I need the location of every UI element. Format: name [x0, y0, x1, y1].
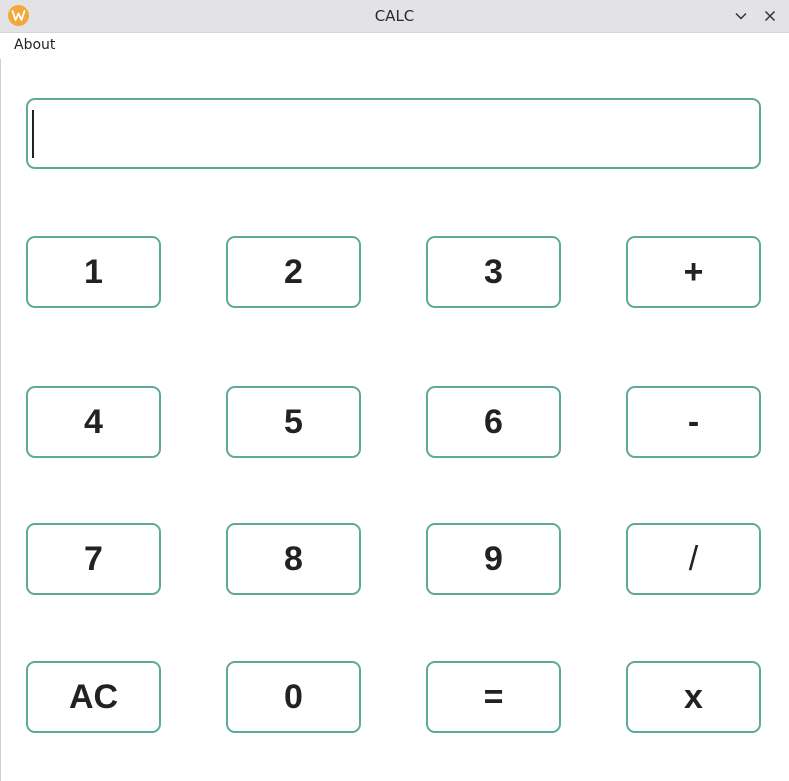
window-border — [0, 33, 1, 781]
title-bar: CALC — [0, 0, 789, 33]
display-input[interactable] — [28, 100, 759, 167]
chevron-down-icon — [735, 12, 747, 20]
menu-bar: About — [0, 33, 789, 59]
window-title: CALC — [374, 7, 415, 25]
close-icon — [764, 10, 776, 22]
key-multiply[interactable]: x — [626, 661, 761, 733]
key-divide[interactable]: / — [626, 523, 761, 595]
key-equals[interactable]: = — [426, 661, 561, 733]
key-plus[interactable]: + — [626, 236, 761, 308]
key-5[interactable]: 5 — [226, 386, 361, 458]
close-button[interactable] — [760, 6, 780, 26]
key-9[interactable]: 9 — [426, 523, 561, 595]
key-6[interactable]: 6 — [426, 386, 561, 458]
key-all-clear[interactable]: AC — [26, 661, 161, 733]
key-2[interactable]: 2 — [226, 236, 361, 308]
key-minus[interactable]: - — [626, 386, 761, 458]
key-7[interactable]: 7 — [26, 523, 161, 595]
key-8[interactable]: 8 — [226, 523, 361, 595]
calculator-display[interactable] — [26, 98, 761, 169]
key-3[interactable]: 3 — [426, 236, 561, 308]
key-4[interactable]: 4 — [26, 386, 161, 458]
menu-about[interactable]: About — [14, 37, 55, 53]
text-caret — [32, 110, 34, 158]
minimize-button[interactable] — [731, 6, 751, 26]
key-1[interactable]: 1 — [26, 236, 161, 308]
key-0[interactable]: 0 — [226, 661, 361, 733]
